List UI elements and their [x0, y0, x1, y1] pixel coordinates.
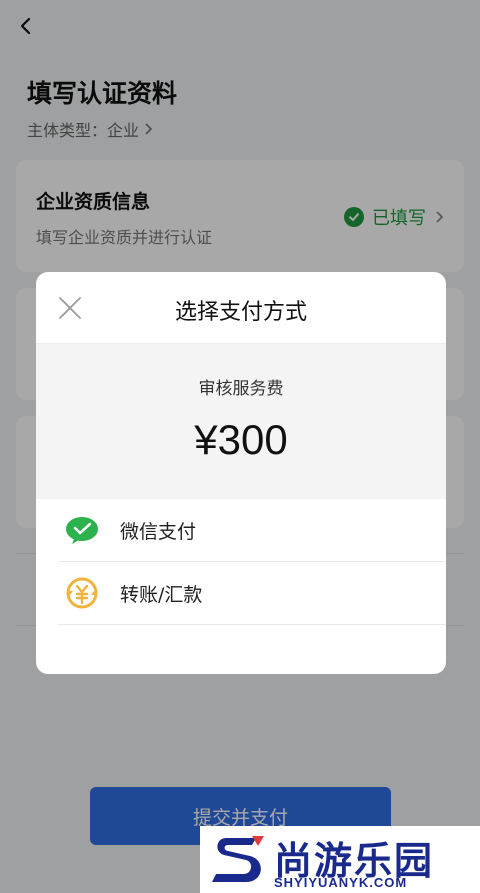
payment-option-label: 微信支付 [120, 520, 197, 543]
watermark: 尚游乐园 SHYIYUANYK.COM [200, 826, 480, 893]
modal-header: 选择支付方式 [36, 272, 446, 344]
fee-amount: ¥300 [194, 416, 288, 463]
wechat-pay-icon [62, 510, 102, 550]
payment-option-transfer[interactable]: 转账/汇款 [58, 562, 446, 625]
transfer-icon [62, 573, 102, 613]
brand-logo-icon [212, 836, 264, 882]
payment-option-label: 转账/汇款 [120, 583, 203, 606]
payment-method-list: 微信支付 转账/汇款 [58, 499, 446, 625]
modal-title: 选择支付方式 [174, 300, 307, 325]
payment-option-wechat[interactable]: 微信支付 [58, 499, 446, 562]
fee-summary: 审核服务费 ¥300 [36, 344, 446, 499]
watermark-domain: SHYIYUANYK.COM [274, 875, 408, 890]
payment-method-modal: 选择支付方式 审核服务费 ¥300 微信支付 转账/汇款 [36, 272, 446, 674]
fee-label: 审核服务费 [198, 379, 284, 399]
